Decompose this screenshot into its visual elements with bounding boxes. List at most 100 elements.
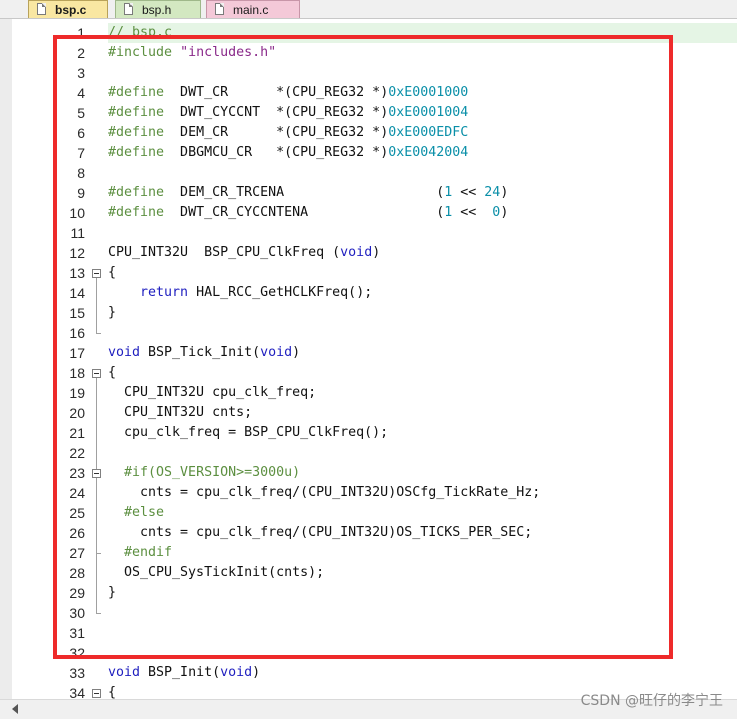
fold-guide-line [96,278,97,333]
code-line[interactable]: CPU_INT32U BSP_CPU_ClkFreq (void) [108,243,380,263]
code-token: ) [252,665,261,680]
line-number: 20 [69,405,85,421]
line-number: 14 [69,285,85,301]
code-token: ) [500,185,509,200]
code-token: } [108,585,117,600]
code-token: { [108,685,117,699]
code-line[interactable]: } [108,583,116,603]
line-number: 1 [77,25,85,41]
code-token: << [452,185,485,200]
code-line[interactable]: cnts = cpu_clk_freq/(CPU_INT32U)OSCfg_Ti… [108,483,540,503]
watermark: CSDN @旺仔的李宁王 [580,693,723,709]
line-number: 8 [77,165,85,181]
fold-margin [90,19,106,699]
code-token: #define [108,105,165,120]
c-file-icon [37,3,46,15]
code-token: #define [108,185,165,200]
line-number: 21 [69,425,85,441]
code-token: 24 [484,185,501,200]
line-number: 28 [69,565,85,581]
code-token: void [260,345,293,360]
code-line[interactable]: #define DEM_CR_TRCENA (1 << 24) [108,183,508,203]
code-token: BSP_Init( [140,665,221,680]
line-number: 29 [69,585,85,601]
code-token: // bsp.c [108,25,173,40]
tab-label: main.c [233,3,269,17]
c-file-icon [215,3,224,15]
code-token: #define [108,85,165,100]
line-number: 27 [69,545,85,561]
code-token: #define [108,205,165,220]
fold-end-marker [96,613,101,614]
code-line[interactable]: // bsp.c [108,23,172,43]
code-line[interactable]: cpu_clk_freq = BSP_CPU_ClkFreq(); [108,423,388,443]
line-number: 33 [69,665,85,681]
tab-bsp-c[interactable]: bsp.c [28,0,108,18]
code-token: cnts = cpu_clk_freq/(CPU_INT32U)OSCfg_Ti… [108,485,541,500]
code-line[interactable]: #define DWT_CR_CYCCNTENA (1 << 0) [108,203,508,223]
code-token: cpu_clk_freq = BSP_CPU_ClkFreq(); [108,425,389,440]
code-token: void [220,665,253,680]
code-token: ) [372,245,381,260]
line-number: 15 [69,305,85,321]
code-token: DEM_CR_TRCENA ( [164,185,445,200]
code-line[interactable]: CPU_INT32U cnts; [108,403,252,423]
fold-toggle-icon[interactable] [92,269,101,278]
fold-end-marker [96,553,101,554]
code-token: void [108,345,141,360]
code-line[interactable]: { [108,363,116,383]
code-line[interactable]: #define DEM_CR *(CPU_REG32 *)0xE000EDFC [108,123,468,143]
tab-bsp-h[interactable]: bsp.h [115,0,201,18]
code-line[interactable]: #define DWT_CR *(CPU_REG32 *)0xE0001000 [108,83,468,103]
code-token: #define [108,125,165,140]
code-line[interactable]: #endif [108,543,172,563]
line-number: 9 [77,185,85,201]
code-token: CPU_INT32U cpu_clk_freq; [108,385,317,400]
code-token: DWT_CR *(CPU_REG32 *) [164,85,389,100]
line-number: 12 [69,245,85,261]
code-line[interactable]: { [108,683,116,699]
tab-main-c[interactable]: main.c [206,0,300,18]
line-number: 10 [69,205,85,221]
line-number: 6 [77,125,85,141]
line-number: 23 [69,465,85,481]
line-number: 7 [77,145,85,161]
code-line[interactable]: #define DWT_CYCCNT *(CPU_REG32 *)0xE0001… [108,103,468,123]
code-line[interactable]: #define DBGMCU_CR *(CPU_REG32 *)0xE00420… [108,143,468,163]
code-token: } [108,305,117,320]
code-token: DBGMCU_CR *(CPU_REG32 *) [164,145,389,160]
code-line[interactable]: #if(OS_VERSION>=3000u) [108,463,300,483]
code-line[interactable]: return HAL_RCC_GetHCLKFreq(); [108,283,372,303]
fold-toggle-icon[interactable] [92,369,101,378]
code-line[interactable]: void BSP_Tick_Init(void) [108,343,300,363]
code-token: { [108,265,117,280]
code-line[interactable]: } [108,303,116,323]
code-token: DEM_CR *(CPU_REG32 *) [164,125,389,140]
fold-toggle-icon[interactable] [92,469,101,478]
code-line[interactable]: void BSP_Init(void) [108,663,260,683]
code-token: 0xE000EDFC [388,125,469,140]
fold-toggle-icon[interactable] [92,689,101,698]
code-area[interactable]: // bsp.c #include "includes.h" #define DWT… [108,19,737,699]
line-number: 3 [77,65,85,81]
code-line[interactable]: CPU_INT32U cpu_clk_freq; [108,383,316,403]
code-line[interactable]: #include "includes.h" [108,43,276,63]
code-token: HAL_RCC_GetHCLKFreq(); [188,285,373,300]
line-number: 17 [69,345,85,361]
code-token: ) [500,205,509,220]
code-line[interactable]: cnts = cpu_clk_freq/(CPU_INT32U)OS_TICKS… [108,523,532,543]
scroll-left-arrow-icon[interactable] [12,704,18,714]
code-line[interactable]: OS_CPU_SysTickInit(cnts); [108,563,324,583]
code-token: 0xE0042004 [388,145,469,160]
code-line[interactable]: { [108,263,116,283]
file-tab-bar: bsp.c bsp.h main.c [0,0,737,19]
line-number: 5 [77,105,85,121]
line-number: 25 [69,505,85,521]
code-token: CPU_INT32U BSP_CPU_ClkFreq ( [108,245,341,260]
code-token: ) [292,345,301,360]
line-number: 19 [69,385,85,401]
code-line[interactable]: #else [108,503,164,523]
code-editor[interactable]: 1 2 3 4 5 6 7 8 9 10 11 12 13 14 15 16 17 18 19 20 21 22 23 24 2… [12,19,737,699]
